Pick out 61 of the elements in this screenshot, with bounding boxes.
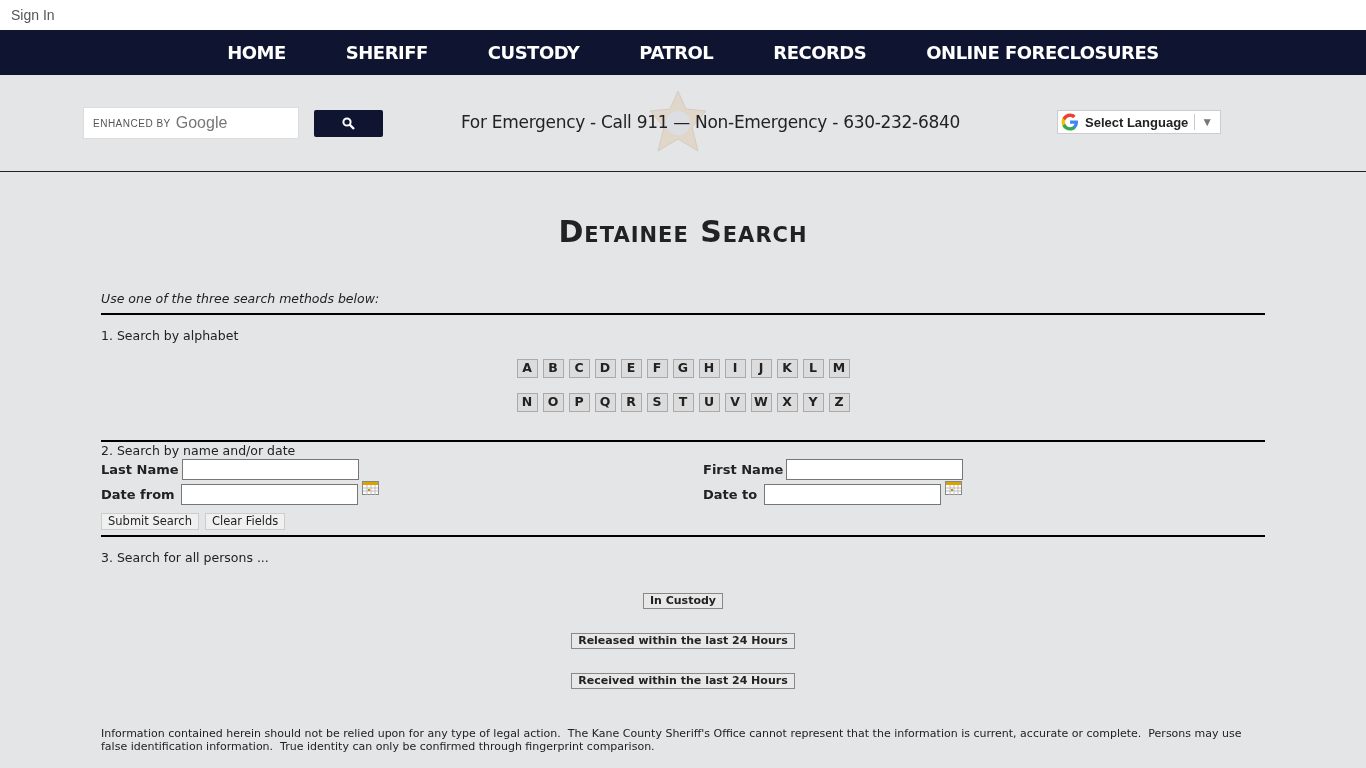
letter-button[interactable]: L [802, 358, 824, 378]
letter-button[interactable]: V [724, 392, 746, 412]
letter-button[interactable]: O [542, 392, 564, 412]
date-from-field[interactable] [181, 483, 358, 505]
letter-button[interactable]: H [698, 358, 720, 378]
letter-button[interactable]: D [594, 358, 616, 378]
search-button[interactable] [314, 109, 383, 137]
page-title: Detainee Search [557, 213, 809, 251]
letter-button[interactable]: U [698, 392, 720, 412]
calendar-icon[interactable] [945, 481, 962, 496]
letter-button[interactable]: M [828, 358, 850, 378]
last-name-field[interactable] [181, 458, 359, 480]
nav-link[interactable]: PATROL [639, 39, 714, 66]
section-heading: 2. Search by name and/or date [101, 442, 297, 458]
dropdown-arrow-icon: ▼ [1201, 113, 1214, 131]
letter-button[interactable]: R [620, 392, 642, 412]
letter-button[interactable]: B [542, 358, 564, 378]
form-button[interactable]: Clear Fields [204, 512, 286, 530]
nav-link[interactable]: SHERIFF [345, 39, 428, 66]
language-select[interactable]: Select Language ▼ [1057, 110, 1221, 134]
disclaimer-text: Information contained herein should not be relied upon for any type of legal action. The Kane County Sheriff's Office cannot represent that the information is current, accurate or complete. Persons may use false identification information. True identity can only be confirmed through fingerprint comparison. [101, 726, 1243, 753]
letter-button[interactable]: Z [828, 392, 850, 412]
nav-link[interactable]: ONLINE FORECLOSURES [926, 39, 1159, 66]
field-label: Last Name [101, 460, 179, 479]
letter-button[interactable]: A [516, 358, 538, 378]
first-name-field[interactable] [786, 458, 964, 480]
nav-link[interactable]: HOME [227, 39, 286, 66]
nav-link[interactable]: RECORDS [773, 39, 867, 66]
section-heading: 1. Search by alphabet [101, 327, 240, 345]
field-label: First Name [703, 460, 784, 479]
letter-button[interactable]: J [750, 358, 772, 378]
letter-button[interactable]: K [776, 358, 798, 378]
search-icon [342, 116, 355, 130]
letter-button[interactable]: I [724, 358, 746, 378]
instruction-text: Use one of the three search methods below: [101, 290, 381, 308]
search-field[interactable]: ENHANCED BY Google [83, 107, 299, 139]
field-label: Date from [101, 485, 176, 504]
calendar-icon[interactable] [362, 481, 379, 496]
emergency-phone-text: For Emergency - Call 911 — Non-Emergency - 630-232-6840 [461, 111, 960, 135]
field-label: Date to [703, 485, 759, 504]
letter-button[interactable]: P [568, 392, 590, 412]
google-g-icon [1061, 113, 1079, 131]
letter-button[interactable]: Y [802, 392, 824, 412]
letter-button[interactable]: C [568, 358, 590, 378]
letter-button[interactable]: X [776, 392, 798, 412]
filter-button[interactable]: In Custody [642, 592, 724, 609]
letter-button[interactable]: T [672, 392, 694, 412]
letter-button[interactable]: W [750, 392, 772, 412]
date-to-field[interactable] [764, 483, 941, 505]
sign-in-link[interactable]: Sign In [11, 4, 55, 26]
nav-link[interactable]: CUSTODY [487, 39, 580, 66]
filter-button[interactable]: Received within the last 24 Hours [571, 672, 795, 689]
letter-button[interactable]: F [646, 358, 668, 378]
filter-button[interactable]: Released within the last 24 Hours [571, 632, 795, 649]
letter-button[interactable]: N [516, 392, 538, 412]
section-heading: 3. Search for all persons ... [101, 548, 270, 567]
letter-button[interactable]: E [620, 358, 642, 378]
letter-button[interactable]: G [672, 358, 694, 378]
form-button[interactable]: Submit Search [101, 512, 199, 530]
letter-button[interactable]: Q [594, 392, 616, 412]
letter-button[interactable]: S [646, 392, 668, 412]
